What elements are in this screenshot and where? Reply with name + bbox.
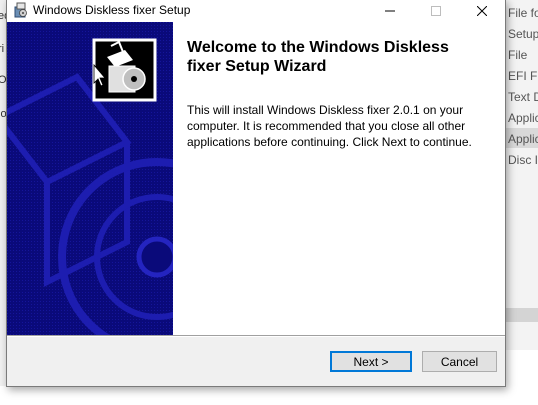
minimize-icon [385,10,395,12]
background-file-list: File fo Setup File EFI Fil Text D Applic… [504,0,538,350]
maximize-button[interactable] [413,0,459,22]
welcome-description: This will install Windows Diskless fixer… [187,103,472,149]
bg-list-item[interactable]: EFI Fil [508,69,538,83]
close-icon [477,6,487,16]
bg-list-item[interactable]: Applic [508,132,538,146]
bg-left-fragment: ri [0,43,5,55]
welcome-heading: Welcome to the Windows Diskless fixer Se… [187,39,449,75]
setup-dialog: Windows Diskless fixer Setup Welcome to … [6,0,506,387]
cancel-button[interactable]: Cancel [422,351,497,372]
next-button[interactable]: Next > [330,351,412,372]
wizard-content-panel: Welcome to the Windows Diskless fixer Se… [173,22,505,335]
bg-list-item[interactable]: Applic [508,111,538,125]
background-bottom [0,386,538,405]
window-title: Windows Diskless fixer Setup [33,3,191,17]
bg-list-item[interactable]: File fo [508,6,538,20]
wizard-sidebar-banner [7,22,173,335]
footer-divider-highlight [7,336,505,337]
title-bar[interactable]: Windows Diskless fixer Setup [7,0,505,22]
minimize-button[interactable] [367,0,413,22]
bg-list-item[interactable]: File [508,48,527,62]
bg-list-item[interactable]: Setup [508,27,538,41]
maximize-icon [431,6,441,16]
installer-icon [13,2,29,18]
bg-list-item[interactable]: Disc Im [508,153,538,167]
bg-list-item[interactable]: Text D [508,90,538,104]
close-button[interactable] [459,0,505,22]
bg-horizontal-scrollbar[interactable] [504,308,538,322]
